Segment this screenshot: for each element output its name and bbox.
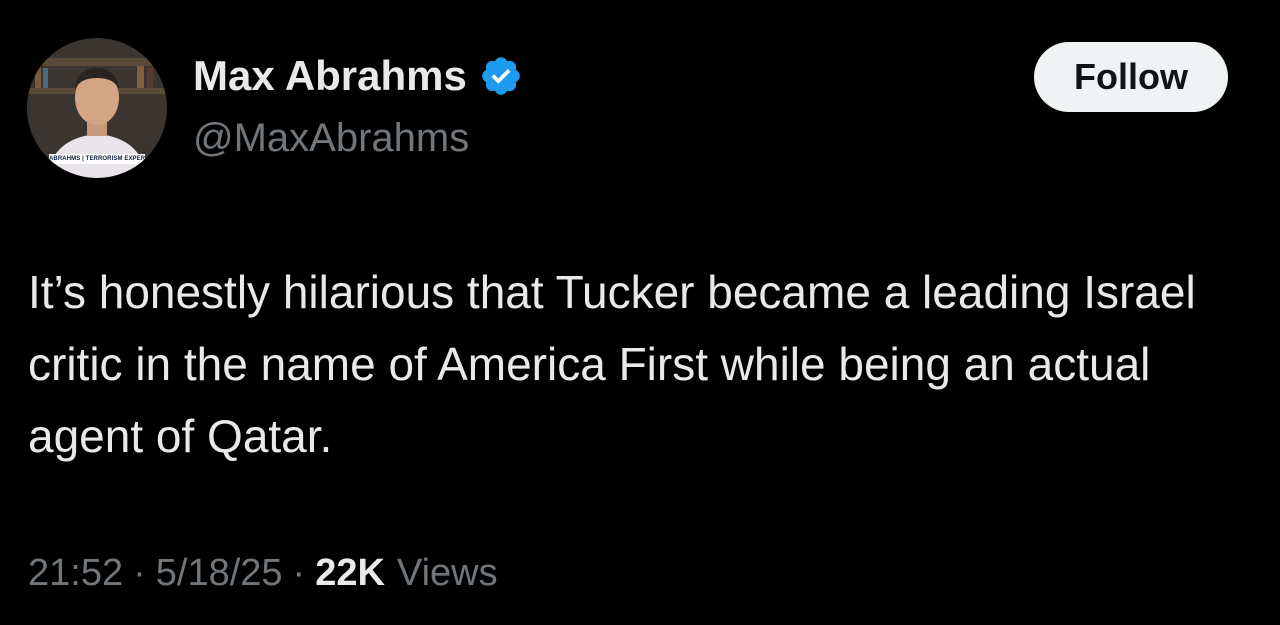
display-name[interactable]: Max Abrahms	[193, 52, 467, 100]
tweet-time[interactable]: 21:52	[28, 552, 123, 595]
follow-button[interactable]: Follow	[1034, 42, 1228, 112]
avatar-caption: ABRAHMS | TERRORISM EXPERT	[49, 154, 145, 164]
tweet-card: ABRAHMS | TERRORISM EXPERT Max Abrahms @…	[0, 0, 1280, 625]
user-handle[interactable]: @MaxAbrahms	[193, 116, 469, 161]
avatar[interactable]: ABRAHMS | TERRORISM EXPERT	[27, 38, 167, 178]
tweet-date[interactable]: 5/18/25	[156, 552, 283, 595]
author-name-row[interactable]: Max Abrahms	[193, 52, 523, 100]
tweet-text: It’s honestly hilarious that Tucker beca…	[28, 266, 1196, 462]
meta-separator: ·	[292, 552, 306, 594]
views-label: Views	[396, 552, 498, 594]
verified-badge-icon[interactable]	[479, 54, 523, 98]
views-count[interactable]: 22K	[315, 552, 385, 595]
meta-separator: ·	[133, 552, 146, 594]
tweet-meta: 21:52 · 5/18/25 · 22K Views	[28, 552, 498, 595]
